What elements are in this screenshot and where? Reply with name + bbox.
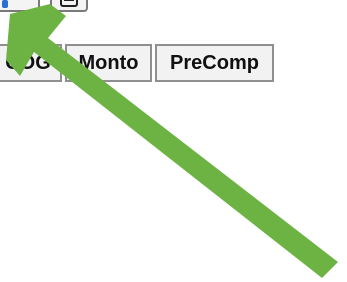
edit-button[interactable] bbox=[0, 0, 40, 12]
document-button[interactable] bbox=[50, 0, 88, 12]
screen: COG Monto PreComp bbox=[0, 0, 347, 282]
pointer-arrow-icon bbox=[6, 4, 338, 278]
edit-icon bbox=[2, 0, 8, 8]
document-icon bbox=[60, 0, 78, 7]
tab-bar: COG Monto PreComp bbox=[0, 44, 274, 82]
tab-cog[interactable]: COG bbox=[0, 44, 62, 82]
tab-monto[interactable]: Monto bbox=[65, 44, 152, 82]
tab-precomp[interactable]: PreComp bbox=[155, 44, 274, 82]
